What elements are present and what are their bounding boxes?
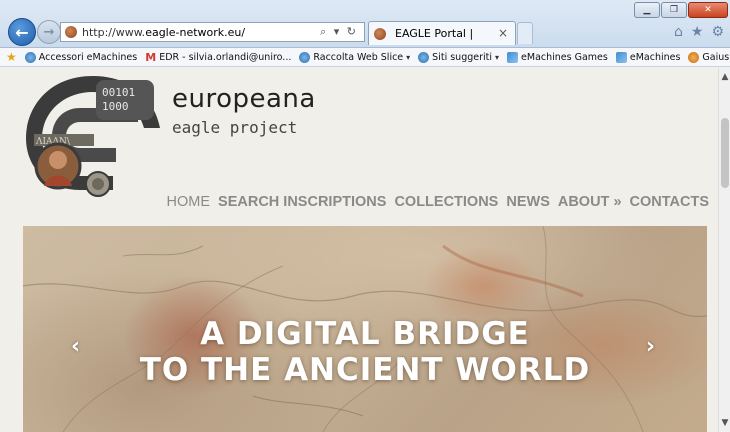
europeana-eagle-logo[interactable]: 00101 1000 ΛIAΛN\ (18, 68, 168, 208)
favorite-label: eMachines (629, 51, 681, 63)
favorites-star-icon[interactable]: ★ (691, 24, 704, 40)
url-host: eagle-network.eu/ (145, 25, 246, 39)
nav-about[interactable]: ABOUT » (558, 194, 622, 210)
favorite-label: Accessori eMachines (38, 51, 138, 63)
favorite-siti-suggeriti[interactable]: Siti suggeriti ▾ (418, 51, 500, 63)
url-prefix: http://www. (82, 25, 146, 39)
favorite-label: Raccolta Web Slice (313, 51, 404, 63)
ie-page-icon (24, 51, 36, 63)
logo-digits-2: 1000 (102, 100, 129, 113)
nav-collections[interactable]: COLLECTIONS (394, 194, 498, 210)
nav-home[interactable]: HOME (167, 194, 211, 210)
new-tab-button[interactable] (517, 22, 533, 44)
scroll-up-icon[interactable]: ▲ (719, 70, 730, 84)
hero-headline-line-2: TO THE ANCIENT WORLD (139, 352, 591, 388)
page-viewport: 00101 1000 ΛIAΛN\ europeana eagle projec… (0, 68, 718, 432)
forward-button[interactable]: → (37, 20, 61, 44)
emachines-icon (615, 51, 627, 63)
address-search-refresh-icons[interactable]: ⌕ ▾ ↻ (320, 25, 358, 39)
tab-title: EAGLE Portal | (395, 27, 474, 40)
maximize-button[interactable]: ❐ (661, 2, 687, 18)
chevron-down-icon: ▾ (406, 52, 411, 62)
tab-favicon-icon (374, 27, 386, 40)
address-bar[interactable]: http://www.eagle-network.eu/ ⌕ ▾ ↻ (60, 22, 365, 42)
tab-close-icon[interactable]: × (498, 26, 508, 40)
arrow-left-icon: ← (15, 22, 29, 42)
site-favicon-icon (65, 26, 77, 38)
logo-portrait-face (49, 151, 67, 169)
ie-page-icon (299, 51, 311, 63)
browser-titlebar: ▁ ❐ ✕ ← → http://www.eagle-network.eu/ ⌕… (0, 0, 730, 48)
favorite-edr-gmail[interactable]: M EDR - silvia.orlandi@uniro... (145, 51, 291, 64)
window-controls: ▁ ❐ ✕ (634, 2, 728, 18)
favorite-label: Siti suggeriti (432, 51, 493, 63)
nav-contacts[interactable]: CONTACTS (630, 194, 709, 210)
tools-gear-icon[interactable]: ⚙ (711, 24, 724, 40)
ie-page-icon (418, 51, 430, 63)
home-icon[interactable]: ⌂ (674, 24, 683, 40)
back-button[interactable]: ← (8, 18, 36, 46)
favorites-star-icon[interactable]: ★ (6, 50, 17, 64)
brand-subtitle: eagle project (172, 118, 298, 137)
scroll-down-icon[interactable]: ▼ (719, 416, 730, 430)
chevron-down-icon: ▾ (495, 52, 500, 62)
favorite-label: EDR - silvia.orlandi@uniro... (159, 51, 292, 63)
scrollbar-thumb[interactable] (721, 118, 729, 188)
brand-name[interactable]: europeana (172, 84, 316, 114)
orange-page-icon (688, 51, 700, 63)
nav-news[interactable]: NEWS (506, 194, 550, 210)
nav-search-inscriptions[interactable]: SEARCH INSCRIPTIONS (218, 194, 386, 210)
favorite-emachines-games[interactable]: eMachines Games (507, 51, 608, 63)
close-window-button[interactable]: ✕ (688, 2, 728, 18)
hero-headline-line-1: A DIGITAL BRIDGE (200, 316, 530, 352)
main-navigation: HOME SEARCH INSCRIPTIONS COLLECTIONS NEW… (167, 194, 709, 210)
page-scrollbar[interactable]: ▲ ▼ (718, 68, 730, 432)
logo-coin-center (92, 178, 104, 190)
minimize-button[interactable]: ▁ (634, 2, 660, 18)
browser-toolbar-icons: ⌂ ★ ⚙ (674, 24, 724, 40)
favorite-raccolta-web-slice[interactable]: Raccolta Web Slice ▾ (299, 51, 411, 63)
favorites-bar: ★ Accessori eMachines M EDR - silvia.orl… (0, 48, 730, 67)
logo-digits-1: 00101 (102, 86, 135, 99)
emachines-icon (507, 51, 519, 63)
favorite-label: eMachines Games (521, 51, 608, 63)
arrow-right-icon: → (43, 24, 55, 40)
favorite-label: Gaius Apustius[1] (702, 51, 730, 63)
hero-slider: ‹ › A DIGITAL BRIDGE TO THE ANCIENT WORL… (23, 226, 707, 432)
url-text: http://www.eagle-network.eu/ (82, 26, 245, 39)
favorite-accessori-emachines[interactable]: Accessori eMachines (24, 51, 138, 63)
favorite-emachines[interactable]: eMachines (615, 51, 681, 63)
tab-eagle-portal[interactable]: EAGLE Portal | × (368, 21, 516, 45)
favorite-gaius-apustius[interactable]: Gaius Apustius[1] (688, 51, 730, 63)
gmail-icon: M (145, 50, 157, 64)
